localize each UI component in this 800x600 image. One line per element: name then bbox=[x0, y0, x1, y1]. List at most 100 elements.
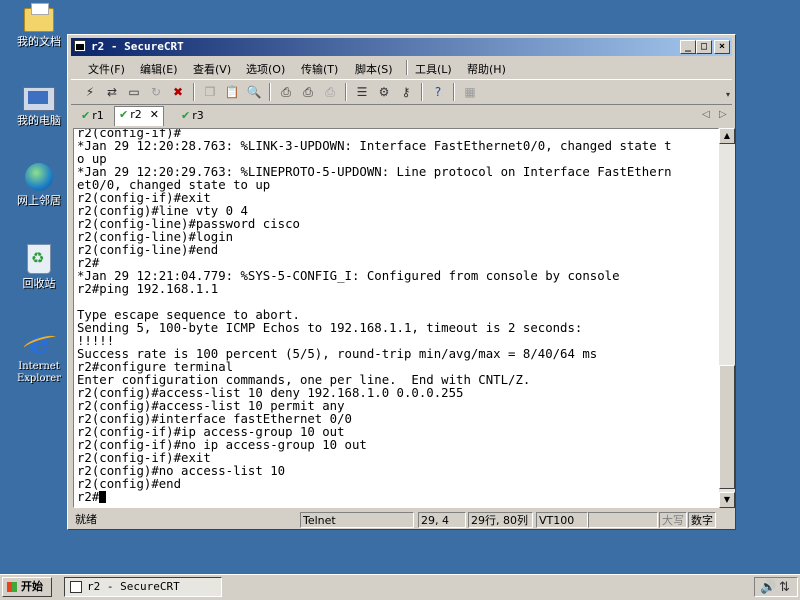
speaker-icon[interactable]: 🔊 bbox=[760, 580, 776, 595]
desktop-icon-label: 回收站 bbox=[22, 277, 56, 290]
tab-scroll-right-icon[interactable]: ▷ bbox=[719, 109, 727, 120]
minimize-button[interactable]: _ bbox=[680, 40, 696, 54]
menu-script[interactable]: 脚本(S) bbox=[355, 61, 393, 77]
paste-icon[interactable]: 📋 bbox=[223, 83, 241, 101]
toolbar-overflow-icon[interactable]: ▾ bbox=[719, 86, 737, 104]
start-button[interactable]: 开始 bbox=[2, 577, 52, 597]
terminal-line: Enter configuration commands, one per li… bbox=[77, 373, 531, 387]
terminal-line: et0/0, changed state to up bbox=[77, 178, 271, 192]
desktop-icon-label: 我的电脑 bbox=[17, 114, 61, 127]
status-terminal-size: 29行, 80列 bbox=[468, 512, 533, 528]
desktop-icon-network-places[interactable]: 网上邻居 bbox=[6, 163, 72, 207]
title-bar[interactable]: r2 - SecureCRT _ □ × bbox=[71, 38, 732, 56]
connect-tab-icon[interactable]: ▭ bbox=[125, 83, 143, 101]
terminal-line: r2(config-line)#end bbox=[77, 243, 219, 257]
global-options-icon[interactable]: ⚙ bbox=[375, 83, 393, 101]
toolbar-separator bbox=[269, 83, 271, 101]
quick-connect-icon[interactable]: ⇄ bbox=[103, 83, 121, 101]
network-places-icon bbox=[25, 163, 53, 191]
terminal-line: *Jan 29 12:20:29.763: %LINEPROTO-5-UPDOW… bbox=[77, 165, 672, 179]
desktop-icon-internet-explorer[interactable]: e Internet Explorer bbox=[6, 326, 72, 385]
desktop-icon-my-documents[interactable]: 我的文档 bbox=[6, 2, 72, 48]
find-icon[interactable]: 🔍 bbox=[245, 83, 263, 101]
print-setup-icon[interactable]: ⎙ bbox=[321, 83, 339, 101]
menu-view[interactable]: 查看(V) bbox=[193, 61, 231, 77]
menu-transfer[interactable]: 传输(T) bbox=[301, 61, 338, 77]
print-selection-icon[interactable]: ⎙ bbox=[299, 83, 317, 101]
help-icon[interactable]: ? bbox=[429, 83, 447, 101]
status-ready: 就绪 bbox=[75, 513, 97, 526]
tab-scroll-left-icon[interactable]: ◁ bbox=[702, 109, 710, 120]
status-bar: 就绪 Telnet 29, 4 29行, 80列 VT100 大写 数字 bbox=[71, 511, 732, 529]
print-icon[interactable]: ⎙ bbox=[277, 83, 295, 101]
securecrt-window: r2 - SecureCRT _ □ × 文件(F) 编辑(E) 查看(V) 选… bbox=[67, 34, 736, 530]
terminal-line: r2(config-if)#exit bbox=[77, 451, 211, 465]
toolbar-separator bbox=[345, 83, 347, 101]
session-options-icon[interactable]: ☰ bbox=[353, 83, 371, 101]
recycle-bin-icon bbox=[27, 244, 51, 274]
menu-tools[interactable]: 工具(L) bbox=[415, 61, 452, 77]
terminal-line: r2(config)#line vty 0 4 bbox=[77, 204, 248, 218]
network-tray-icon[interactable]: ⇅ bbox=[779, 580, 790, 595]
maximize-button[interactable]: □ bbox=[696, 40, 712, 54]
tab-label: r3 bbox=[192, 109, 204, 122]
toolbar-separator bbox=[193, 83, 195, 101]
menu-separator bbox=[406, 60, 408, 75]
tab-r1[interactable]: ✔ r1 bbox=[77, 108, 108, 125]
terminal-line: r2(config)#access-list 10 deny 192.168.1… bbox=[77, 386, 464, 400]
terminal-line: o up bbox=[77, 152, 107, 166]
connected-check-icon: ✔ bbox=[119, 108, 129, 121]
terminal-line: *Jan 29 12:21:04.779: %SYS-5-CONFIG_I: C… bbox=[77, 269, 620, 283]
my-documents-icon bbox=[24, 3, 54, 32]
reconnect-icon[interactable]: ↻ bbox=[147, 83, 165, 101]
menu-edit[interactable]: 编辑(E) bbox=[140, 61, 178, 77]
terminal-area[interactable]: r2(config-if)# *Jan 29 12:20:28.763: %LI… bbox=[73, 128, 719, 508]
status-num: 数字 bbox=[688, 512, 716, 528]
terminal-line: r2#ping 192.168.1.1 bbox=[77, 282, 219, 296]
scroll-up-button[interactable]: ▲ bbox=[719, 128, 735, 144]
tab-r2[interactable]: ✔ r2 ✕ bbox=[114, 106, 164, 126]
terminal-line: Type escape sequence to abort. bbox=[77, 308, 300, 322]
tab-close-icon[interactable]: ✕ bbox=[150, 108, 159, 121]
tab-label: r2 bbox=[130, 108, 142, 121]
desktop-icon-recycle-bin[interactable]: 回收站 bbox=[6, 244, 72, 290]
lock-icon[interactable]: ▦ bbox=[461, 83, 479, 101]
terminal-line: r2# bbox=[77, 490, 100, 504]
disconnect-icon[interactable]: ✖ bbox=[169, 83, 187, 101]
menu-file[interactable]: 文件(F) bbox=[88, 61, 125, 77]
copy-icon[interactable]: ❐ bbox=[201, 83, 219, 101]
terminal-line: r2(config)#interface fastEthernet 0/0 bbox=[77, 412, 352, 426]
toolbar-separator bbox=[453, 83, 455, 101]
terminal-cursor bbox=[99, 491, 107, 503]
status-protocol: Telnet bbox=[300, 512, 414, 528]
menu-bar: 文件(F) 编辑(E) 查看(V) 选项(O) 传输(T) 脚本(S) 工具(L… bbox=[71, 58, 732, 77]
desktop-icon-label: Internet Explorer bbox=[16, 361, 62, 384]
scrollbar-thumb[interactable] bbox=[719, 365, 735, 489]
scroll-down-button[interactable]: ▼ bbox=[719, 492, 735, 508]
menu-options[interactable]: 选项(O) bbox=[246, 61, 285, 77]
toolbar-separator bbox=[421, 83, 423, 101]
connected-check-icon: ✔ bbox=[181, 109, 191, 122]
taskbar-item-securecrt[interactable]: r2 - SecureCRT bbox=[64, 577, 222, 597]
desktop-icon-label: 我的文档 bbox=[17, 35, 61, 48]
tab-label: r1 bbox=[92, 109, 104, 122]
terminal-output: r2(config-if)# *Jan 29 12:20:28.763: %LI… bbox=[77, 129, 672, 504]
terminal-line: r2# bbox=[77, 256, 100, 270]
terminal-line: r2(config)#end bbox=[77, 477, 182, 491]
vertical-scrollbar[interactable]: ▲ ▼ bbox=[719, 128, 735, 508]
close-button[interactable]: × bbox=[714, 40, 730, 54]
my-computer-icon bbox=[23, 87, 55, 111]
window-title: r2 - SecureCRT bbox=[91, 40, 184, 53]
terminal-line: r2(config-if)#no ip access-group 10 out bbox=[77, 438, 367, 452]
tab-r3[interactable]: ✔ r3 bbox=[177, 108, 208, 125]
desktop-icon-my-computer[interactable]: 我的电脑 bbox=[6, 83, 72, 127]
status-cursor-position: 29, 4 bbox=[418, 512, 466, 528]
terminal-line: Success rate is 100 percent (5/5), round… bbox=[77, 347, 598, 361]
connect-icon[interactable]: ⚡ bbox=[81, 83, 99, 101]
connected-check-icon: ✔ bbox=[81, 109, 91, 122]
menu-help[interactable]: 帮助(H) bbox=[467, 61, 506, 77]
keymap-icon[interactable]: ⚷ bbox=[397, 83, 415, 101]
terminal-line: r2#configure terminal bbox=[77, 360, 234, 374]
securecrt-app-icon[interactable] bbox=[74, 40, 86, 52]
session-tabs: ✔ r1 ✔ r2 ✕ ✔ r3 ◁ ▷ bbox=[71, 106, 732, 126]
